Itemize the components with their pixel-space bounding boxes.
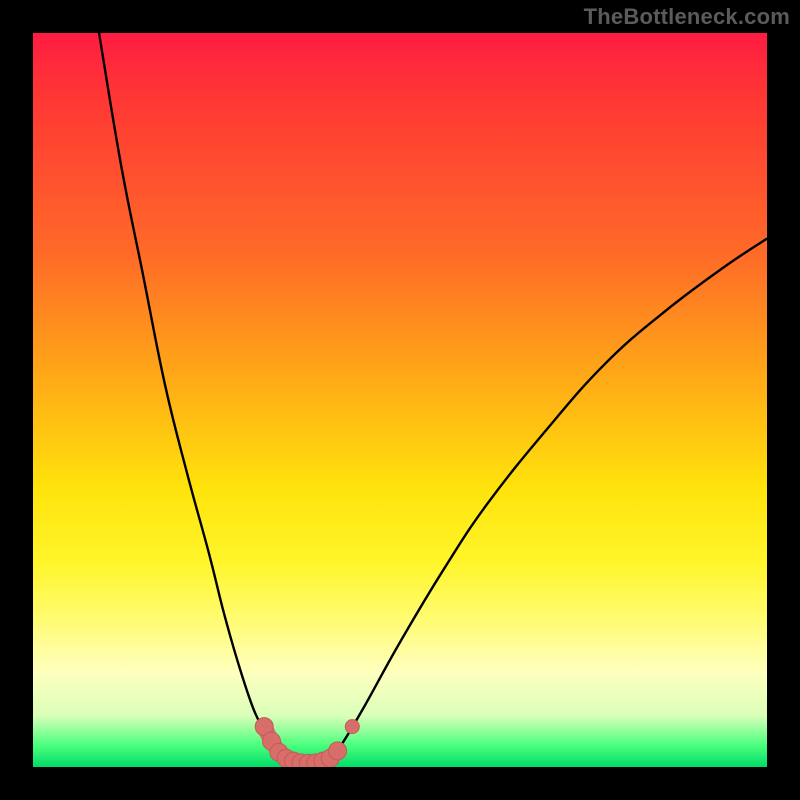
- chart-svg: [33, 33, 767, 767]
- outlier-point-group: [345, 720, 359, 734]
- right-branch-curve: [330, 239, 767, 759]
- highlighted-point: [329, 742, 347, 760]
- left-branch-path: [99, 33, 286, 758]
- highlighted-points-group: [255, 718, 346, 767]
- left-branch-curve: [99, 33, 286, 758]
- outlier-point: [345, 720, 359, 734]
- stage: TheBottleneck.com: [0, 0, 800, 800]
- right-branch-path: [330, 239, 767, 759]
- plot-area: [33, 33, 767, 767]
- attribution-text: TheBottleneck.com: [584, 4, 790, 30]
